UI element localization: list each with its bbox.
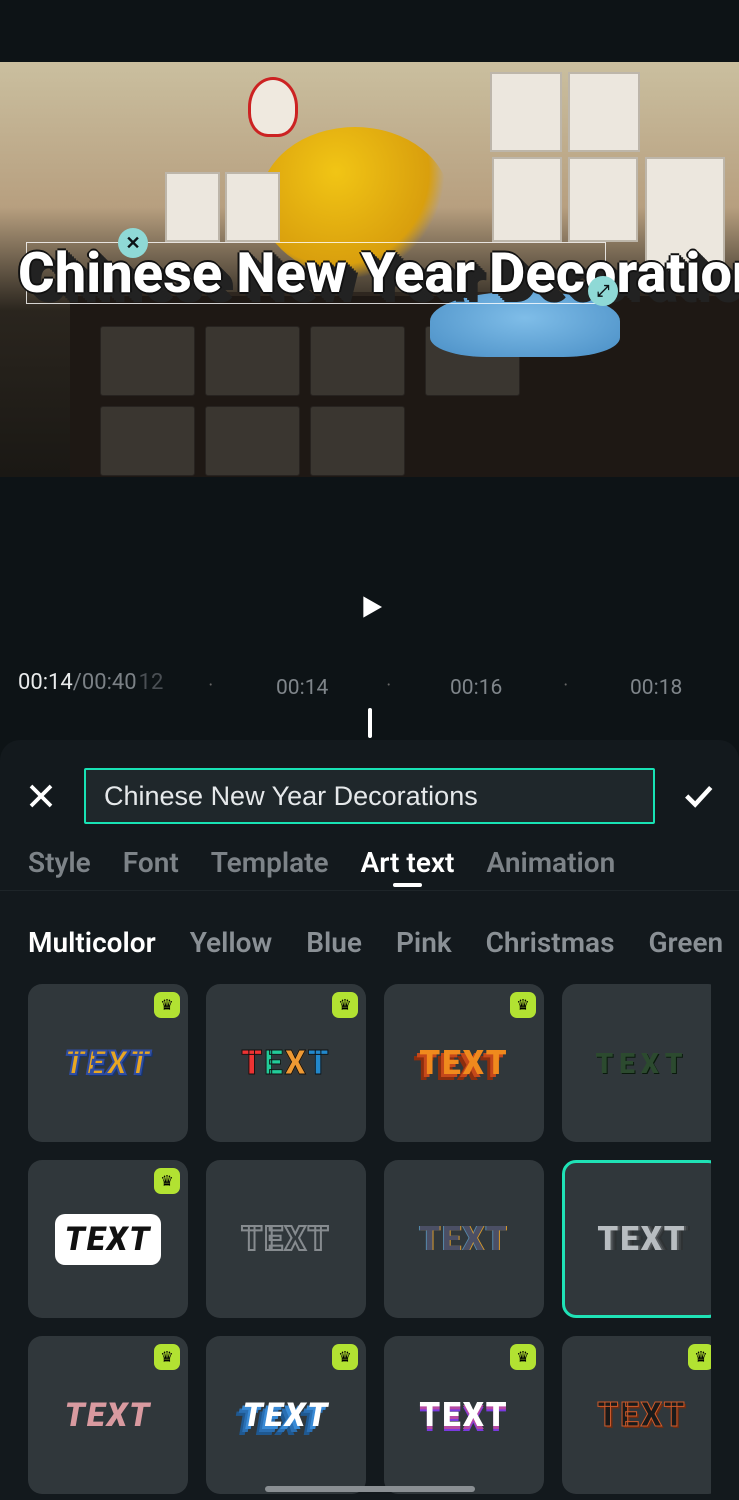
style-thumb-label: TEXT <box>419 1044 508 1083</box>
tabs-divider <box>0 890 739 891</box>
style-thumb[interactable]: TEXT♛ <box>206 1336 366 1494</box>
tab-style[interactable]: Style <box>28 846 91 879</box>
premium-badge-icon: ♛ <box>510 1344 536 1370</box>
style-thumb[interactable]: TEXT <box>206 1160 366 1318</box>
time-display: 00:14/00:4012 <box>18 670 163 695</box>
style-thumb-label: TEXT <box>596 1047 689 1080</box>
confirm-button[interactable] <box>675 773 721 819</box>
premium-badge-icon: ♛ <box>154 1344 180 1370</box>
style-thumb-label: TEXT <box>241 1220 330 1259</box>
premium-badge-icon: ♛ <box>688 1344 711 1370</box>
home-indicator <box>265 1486 475 1492</box>
video-preview[interactable]: Chinese New Year Decorations ✕ ⤢ <box>0 62 739 477</box>
premium-badge-icon: ♛ <box>332 1344 358 1370</box>
filter-pink[interactable]: Pink <box>396 926 452 959</box>
style-thumb[interactable]: TEXT♛ <box>384 1336 544 1494</box>
timeline-dot: • <box>564 680 567 691</box>
style-thumb-label: TEXT <box>55 1214 162 1265</box>
timeline[interactable]: 00:14/00:4012 • 00:14 • 00:16 • 00:18 <box>0 656 739 736</box>
filter-green[interactable]: Green <box>648 926 723 959</box>
tab-animation[interactable]: Animation <box>486 846 615 879</box>
timeline-tick: 00:18 <box>630 676 682 700</box>
style-thumb[interactable]: TEXT <box>384 1160 544 1318</box>
style-thumb[interactable]: TEXT♛ <box>384 984 544 1142</box>
filter-blue[interactable]: Blue <box>306 926 362 959</box>
text-input[interactable] <box>84 768 655 824</box>
timeline-tick: 00:14 <box>276 676 328 700</box>
style-thumb-label: TEXT <box>65 1396 152 1435</box>
delete-text-icon[interactable]: ✕ <box>118 228 148 258</box>
style-thumb-label: TEXT <box>597 1396 686 1435</box>
text-style-panel: Style Font Template Art text Animation M… <box>0 740 739 1500</box>
style-grid: TEXT♛TEXT♛TEXT♛TEXTTEXT♛TEXTTEXTTEXTTEXT… <box>28 984 711 1500</box>
style-thumb-label: TEXT <box>419 1396 508 1435</box>
timeline-tick: 00:16 <box>450 676 502 700</box>
resize-handle-icon[interactable]: ⤢ <box>588 276 618 306</box>
style-thumb-label: TEXT <box>419 1220 508 1259</box>
style-thumb[interactable]: TEXT <box>562 984 711 1142</box>
timeline-dot: • <box>209 680 212 691</box>
tab-font[interactable]: Font <box>123 846 179 879</box>
style-thumb-label: TEXT <box>243 1396 330 1435</box>
color-filters[interactable]: Multicolor Yellow Blue Pink Christmas Gr… <box>28 926 739 959</box>
style-thumb[interactable]: TEXT♛ <box>28 1336 188 1494</box>
text-tabs: Style Font Template Art text Animation <box>28 846 739 879</box>
tab-template[interactable]: Template <box>211 846 329 879</box>
filter-yellow[interactable]: Yellow <box>190 926 272 959</box>
style-thumb[interactable]: TEXT ♛ <box>28 1160 188 1318</box>
style-thumb[interactable]: TEXT♛ <box>28 984 188 1142</box>
close-button[interactable] <box>18 773 64 819</box>
style-thumb[interactable]: TEXT <box>562 1160 711 1318</box>
filter-multicolor[interactable]: Multicolor <box>28 926 156 959</box>
playhead[interactable] <box>368 708 372 738</box>
timeline-dot: • <box>387 680 390 691</box>
style-thumb[interactable]: TEXT♛ <box>562 1336 711 1494</box>
tab-art-text[interactable]: Art text <box>361 846 455 879</box>
filter-christmas[interactable]: Christmas <box>486 926 615 959</box>
style-thumb[interactable]: TEXT♛ <box>206 984 366 1142</box>
play-button[interactable] <box>351 588 389 626</box>
premium-badge-icon: ♛ <box>154 992 180 1018</box>
style-thumb-label: TEXT <box>65 1044 152 1083</box>
premium-badge-icon: ♛ <box>510 992 536 1018</box>
style-thumb-label: TEXT <box>241 1044 330 1083</box>
premium-badge-icon: ♛ <box>332 992 358 1018</box>
style-thumb-label: TEXT <box>597 1220 686 1259</box>
premium-badge-icon: ♛ <box>154 1168 180 1194</box>
